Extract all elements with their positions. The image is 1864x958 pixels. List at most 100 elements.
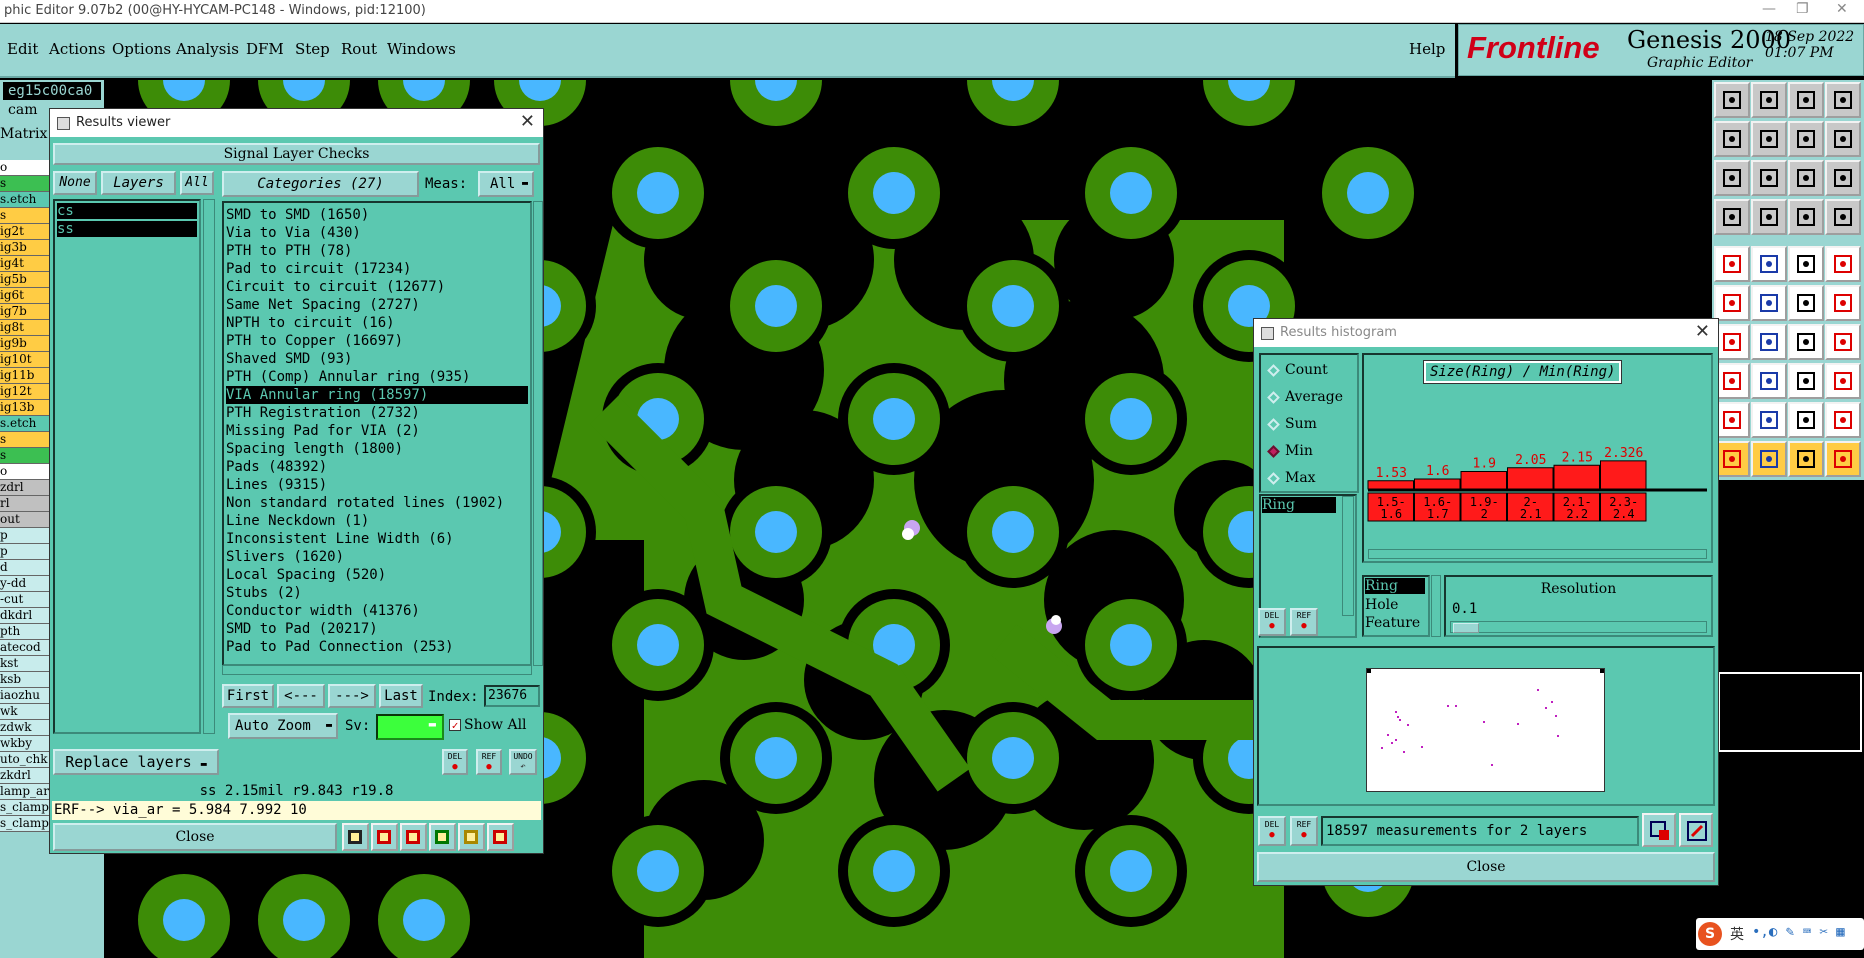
category-item[interactable]: Slivers (1620) [226,548,528,566]
ime-mode-icon[interactable]: 英 [1730,924,1744,944]
layer-row[interactable]: wk [0,704,50,720]
layer-row[interactable]: ig10t [0,352,50,368]
ime-logo-icon[interactable]: S [1698,922,1722,946]
category-item[interactable]: PTH (Comp) Annular ring (935) [226,368,528,386]
category-item[interactable]: NPTH to circuit (16) [226,314,528,332]
layer-row[interactable]: wkby [0,736,50,752]
attribute-item[interactable]: Ring [1262,497,1336,513]
slider-thumb[interactable] [1453,623,1479,633]
pan-icon[interactable] [1788,160,1824,196]
attribute-scrollbar[interactable] [1342,496,1354,616]
align-icon[interactable] [1825,121,1861,157]
layer-row[interactable]: s [0,176,50,192]
none-button[interactable]: None [53,171,97,195]
fit-vertical-icon[interactable] [1714,160,1750,196]
pad-icon[interactable] [1825,246,1861,282]
index-input[interactable]: 23676 [484,685,540,707]
circle-select-icon[interactable] [1714,246,1750,282]
layer-row[interactable]: zkdrl [0,768,50,784]
category-item[interactable]: Pads (48392) [226,458,528,476]
histogram-bar[interactable] [1367,480,1414,490]
distribution-plot[interactable] [1366,668,1605,792]
layers-button[interactable]: Layers [101,171,176,195]
layer-row[interactable]: o [0,160,50,176]
flip-icon[interactable] [1825,324,1861,360]
net-icon[interactable] [1825,199,1861,235]
overview-map[interactable] [1718,672,1862,752]
step-name[interactable]: cam [8,102,37,118]
layer-row[interactable]: zdrl [0,480,50,496]
menu-options[interactable]: Options [112,40,171,58]
menu-analysis[interactable]: Analysis [176,40,239,58]
prev-button[interactable]: <--- [277,684,325,708]
layer-row[interactable]: ig4t [0,256,50,272]
category-item[interactable]: Same Net Spacing (2727) [226,296,528,314]
menu-rout[interactable]: Rout [341,40,377,58]
layer-row[interactable]: out [0,512,50,528]
show-feature-icon[interactable] [342,823,369,851]
layer-row[interactable]: -cut [0,592,50,608]
category-item[interactable]: VIA Annular ring (18597) [226,386,528,404]
last-button[interactable]: Last [379,684,423,708]
matrix-label[interactable]: Matrix [0,126,47,142]
layer-row[interactable]: ig12t [0,384,50,400]
layer-list-scrollbar[interactable] [203,199,215,734]
job-name[interactable]: eg15c00ca0 [3,82,101,100]
category-item[interactable]: SMD to SMD (1650) [226,206,528,224]
layer-row[interactable]: p [0,544,50,560]
category-item[interactable]: SMD to Pad (20217) [226,620,528,638]
layer-row[interactable]: s [0,208,50,224]
layer-row[interactable]: kst [0,656,50,672]
layer-row[interactable]: atecod [0,640,50,656]
layer-row[interactable]: p [0,528,50,544]
move-left-icon[interactable] [1714,121,1750,157]
cross-icon[interactable] [1751,285,1787,321]
category-list-scrollbar[interactable] [533,201,543,666]
arc-icon[interactable] [1714,324,1750,360]
resolution-list-scrollbar[interactable] [1431,575,1441,637]
arrow-multi-icon[interactable] [1825,441,1861,477]
category-item[interactable]: Missing Pad for VIA (2) [226,422,528,440]
category-item[interactable]: Pad to Pad Connection (253) [226,638,528,656]
route-icon[interactable] [1788,285,1824,321]
mark-icon[interactable] [371,823,398,851]
menu-actions[interactable]: Actions [49,40,105,58]
layer-row[interactable]: d [0,560,50,576]
category-item[interactable]: Via to Via (430) [226,224,528,242]
del-button[interactable]: DEL ● [442,749,468,775]
meas-select[interactable]: All ▬ [478,171,534,197]
layer-row[interactable]: ig9b [0,336,50,352]
layer-row[interactable]: ig6t [0,288,50,304]
menu-step[interactable]: Step [295,40,330,58]
resolution-target-list[interactable]: Ring Hole Feature [1362,575,1430,637]
layer-row[interactable]: dkdrl [0,608,50,624]
home-icon[interactable] [1788,82,1824,118]
layer-row[interactable]: s [0,448,50,464]
replace-layers-select[interactable]: Replace layers ▬ [53,749,219,775]
category-item[interactable]: PTH to PTH (78) [226,242,528,260]
minimize-icon[interactable]: — [1762,1,1776,17]
arrow-icon[interactable] [1714,441,1750,477]
layer-item[interactable]: cs [57,203,197,219]
category-item[interactable]: Local Spacing (520) [226,566,528,584]
layer-list-box[interactable]: cs ss [53,199,201,734]
layer-row[interactable]: ig3b [0,240,50,256]
close-button[interactable]: Close [53,823,337,851]
marker-icon[interactable] [1714,363,1750,399]
category-item[interactable]: Inconsistent Line Width (6) [226,530,528,548]
category-list[interactable]: SMD to SMD (1650) Via to Via (430) PTH to … [222,201,532,666]
menu-help[interactable]: Help [1409,40,1445,58]
category-item[interactable]: Lines (9315) [226,476,528,494]
query-icon[interactable] [1825,160,1861,196]
layer-row[interactable]: ig8t [0,320,50,336]
save-icon[interactable] [1714,82,1750,118]
hist-del-button-2[interactable]: DEL ● [1258,816,1286,846]
arrow-select-icon[interactable] [1751,441,1787,477]
triangle-icon[interactable] [1714,402,1750,438]
layer-row[interactable]: s.etch [0,416,50,432]
category-item[interactable]: Conductor width (41376) [226,602,528,620]
layer-row[interactable]: o [0,464,50,480]
close-icon[interactable]: ✕ [520,111,535,132]
print-icon[interactable] [1751,82,1787,118]
node-icon[interactable] [1714,285,1750,321]
